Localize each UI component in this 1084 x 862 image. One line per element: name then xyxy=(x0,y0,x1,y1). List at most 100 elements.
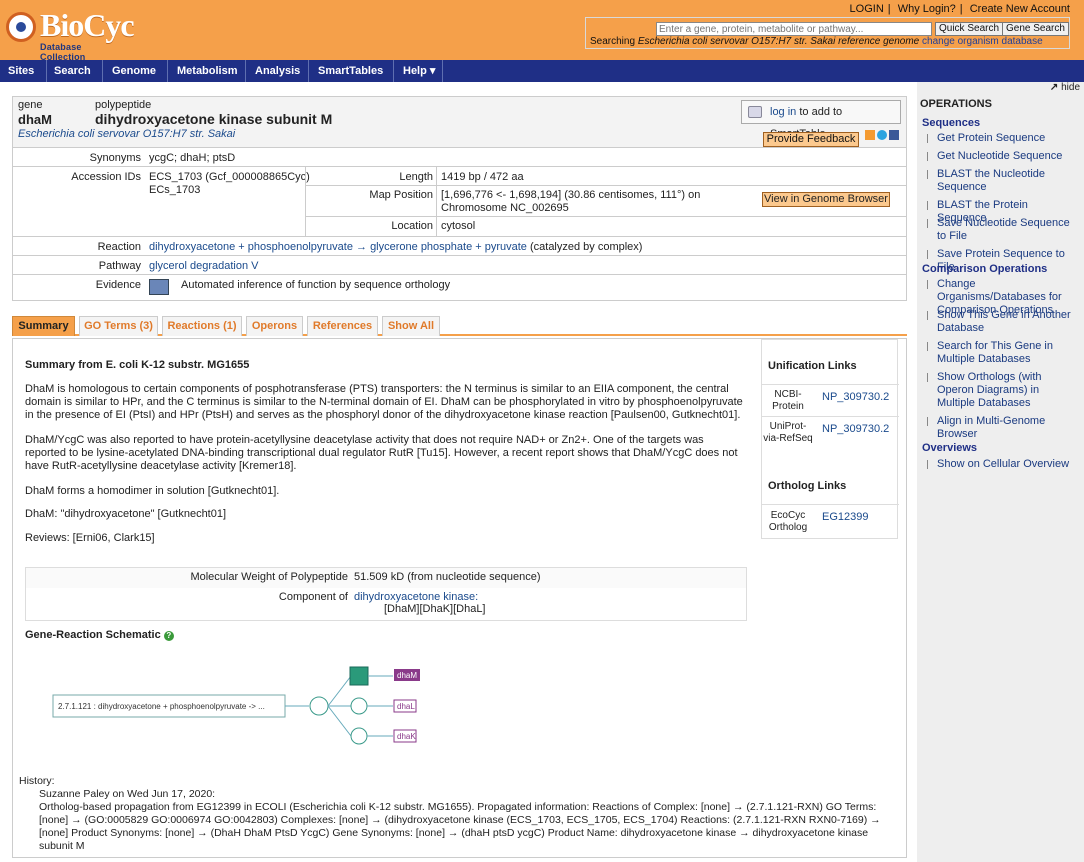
ops-get-nucleotide-sequence[interactable]: Get Nucleotide Sequence xyxy=(927,150,1079,163)
tab-reactions[interactable]: Reactions (1) xyxy=(162,316,242,336)
organism-link[interactable]: Escherichia coli servovar O157:H7 str. S… xyxy=(18,128,235,140)
hide-sidebar-link[interactable]: ↗ hide xyxy=(1050,82,1080,93)
evidence-row: Evidence Automated inference of function… xyxy=(12,275,907,301)
smarttable-box: log in to add to SmartTable. xyxy=(741,100,901,140)
ncbi-label: NCBI-Protein xyxy=(772,389,804,412)
nav-analysis[interactable]: Analysis ▾ xyxy=(249,60,309,99)
component-row: Component of dihydroxyacetone kinase: [D… xyxy=(26,588,746,621)
gene-label: gene xyxy=(18,99,43,111)
ops-show-in-another-db[interactable]: Show This Gene in Another Database xyxy=(927,309,1079,335)
map-position-label: Map Position xyxy=(369,189,433,201)
biocyc-logo-icon xyxy=(6,12,36,42)
quick-search-button[interactable]: Quick Search xyxy=(935,22,1004,36)
dhal-node[interactable] xyxy=(350,697,368,715)
history-label: History: xyxy=(19,775,55,787)
tab-go-terms[interactable]: GO Terms (3) xyxy=(79,316,158,336)
help-icon[interactable]: ? xyxy=(163,631,174,641)
tab-operons[interactable]: Operons xyxy=(246,316,303,336)
ops-section-comparison: Comparison Operations xyxy=(922,263,1048,275)
ops-save-nucleotide[interactable]: Save Nucleotide Sequence to File xyxy=(927,217,1079,243)
evidence-value: Automated inference of function by seque… xyxy=(181,279,451,291)
gene-dham-label: dhaM xyxy=(397,671,417,680)
ops-section-sequences: Sequences xyxy=(922,117,981,129)
gene-reaction-schematic: 2.7.1.121 : dihydroxyacetone + phosphoen… xyxy=(52,666,420,745)
component-subunits: [DhaM][DhaK][DhaL] xyxy=(384,603,486,615)
tab-summary[interactable]: Summary xyxy=(12,316,75,336)
computer-evidence-icon[interactable] xyxy=(149,279,169,295)
operations-sidebar: ↗ hide OPERATIONS Sequences Get Protein … xyxy=(917,82,1084,862)
dham-node[interactable] xyxy=(349,666,369,686)
header-bar: BioCyc Database Collection LOGIN | Why Lo… xyxy=(0,0,1084,62)
gene-search-button[interactable]: Gene Search xyxy=(1002,22,1069,36)
provide-feedback-button[interactable]: Provide Feedback xyxy=(763,132,859,147)
summary-paragraph-2: DhaM/YcgC was also reported to have prot… xyxy=(25,434,738,472)
accession-label: Accession IDs xyxy=(71,171,141,183)
view-genome-browser-button[interactable]: View in Genome Browser xyxy=(762,192,890,207)
accession-value-2: ECs_1703 xyxy=(149,184,201,196)
reaction-value: dihydroxyacetone + phosphoenolpyruvate →… xyxy=(149,241,643,253)
uniprot-label: UniProt-via-RefSeq xyxy=(763,421,813,444)
ecocyc-link[interactable]: EG12399 xyxy=(822,511,868,523)
component-link[interactable]: dihydroxyacetone kinase: xyxy=(354,591,478,603)
facebook-icon[interactable] xyxy=(889,130,899,140)
ops-show-orthologs[interactable]: Show Orthologs (with Operon Diagrams) in… xyxy=(927,371,1079,410)
ncbi-link[interactable]: NP_309730.2 xyxy=(822,391,889,403)
map-position-value-2: Chromosome NC_002695 xyxy=(441,202,569,214)
component-label: Component of xyxy=(278,591,348,603)
complex-node[interactable] xyxy=(309,696,329,716)
ops-align-genome-browser[interactable]: Align in Multi-Genome Browser xyxy=(927,415,1079,441)
smarttable-icon xyxy=(748,106,762,118)
divider xyxy=(436,167,437,236)
tab-references[interactable]: References xyxy=(307,316,378,336)
nav-help[interactable]: Help ▾ xyxy=(397,60,443,82)
pathway-row: Pathway glycerol degradation V xyxy=(12,256,907,275)
synonyms-label: Synonyms xyxy=(89,152,141,164)
mw-row: Molecular Weight of Polypeptide 51.509 k… xyxy=(26,568,746,588)
history-author: Suzanne Paley on Wed Jun 17, 2020: xyxy=(39,788,216,800)
accession-row: Accession IDs ECS_1703 (Gcf_000008865Cyc… xyxy=(12,167,907,237)
create-account-link[interactable]: Create New Account xyxy=(970,3,1070,15)
rss-icon[interactable] xyxy=(865,130,875,140)
search-panel: Quick Search Gene Search Searching Esche… xyxy=(585,17,1070,49)
change-organism-link[interactable]: change organism database xyxy=(922,36,1043,47)
ops-blast-nucleotide[interactable]: BLAST the Nucleotide Sequence xyxy=(927,168,1079,194)
history-details: Ortholog-based propagation from EG12399 … xyxy=(39,801,881,852)
login-link[interactable]: LOGIN xyxy=(850,3,884,15)
summary-paragraph-4: DhaM: "dihydroxyacetone" [Gutknecht01] xyxy=(25,508,227,520)
tab-show-all[interactable]: Show All xyxy=(382,316,440,336)
summary-paragraph-1: DhaM is homologous to certain components… xyxy=(25,383,743,421)
gene-dhal-label: dhaL xyxy=(397,702,415,711)
location-value: cytosol xyxy=(441,220,476,232)
nav-bar: Sites ▾ Search ▾ Genome ▾ Metabolism ▾ A… xyxy=(0,60,1084,99)
summary-reviews: Reviews: [Erni06, Clark15] xyxy=(25,532,155,544)
ops-search-multiple-db[interactable]: Search for This Gene in Multiple Databas… xyxy=(927,340,1079,366)
search-input[interactable] xyxy=(656,22,932,36)
length-value: 1419 bp / 472 aa xyxy=(441,171,524,183)
pathway-link[interactable]: glycerol degradation V xyxy=(149,260,258,272)
location-label: Location xyxy=(391,220,433,232)
ops-get-protein-sequence[interactable]: Get Protein Sequence xyxy=(927,132,1079,145)
divider xyxy=(305,167,306,236)
biocyc-logo[interactable]: BioCyc Database Collection xyxy=(6,6,135,62)
summary-title: Summary from E. coli K-12 substr. MG1655 xyxy=(25,359,250,371)
reaction-link[interactable]: dihydroxyacetone + phosphoenolpyruvate →… xyxy=(149,241,527,253)
ops-cellular-overview[interactable]: Show on Cellular Overview xyxy=(927,458,1079,471)
history-section: History: Suzanne Paley on Wed Jun 17, 20… xyxy=(19,775,899,853)
nav-search[interactable]: Search ▾ xyxy=(48,60,103,99)
reaction-label: Reaction xyxy=(97,241,141,253)
gene-name: dhaM xyxy=(18,112,52,127)
summary-paragraph-3: DhaM forms a homodimer in solution [Gutk… xyxy=(25,485,280,497)
nav-metabolism[interactable]: Metabolism ▾ xyxy=(171,60,246,99)
uniprot-link[interactable]: NP_309730.2 xyxy=(822,423,889,435)
why-login-link[interactable]: Why Login? xyxy=(898,3,956,15)
logo-subtitle: Database Collection xyxy=(40,42,86,62)
login-smarttable-link[interactable]: log in xyxy=(770,106,796,118)
searching-organism: Escherichia coli servovar O157:H7 str. S… xyxy=(637,36,920,47)
nav-smarttables[interactable]: SmartTables ▾ xyxy=(312,60,394,99)
nav-sites[interactable]: Sites ▾ xyxy=(2,60,47,99)
reaction-row: Reaction dihydroxyacetone + phosphoenolp… xyxy=(12,237,907,256)
unification-title: Unification Links xyxy=(768,360,857,372)
twitter-icon[interactable] xyxy=(877,130,887,140)
dhak-node[interactable] xyxy=(350,727,368,745)
nav-genome[interactable]: Genome ▾ xyxy=(106,60,168,99)
